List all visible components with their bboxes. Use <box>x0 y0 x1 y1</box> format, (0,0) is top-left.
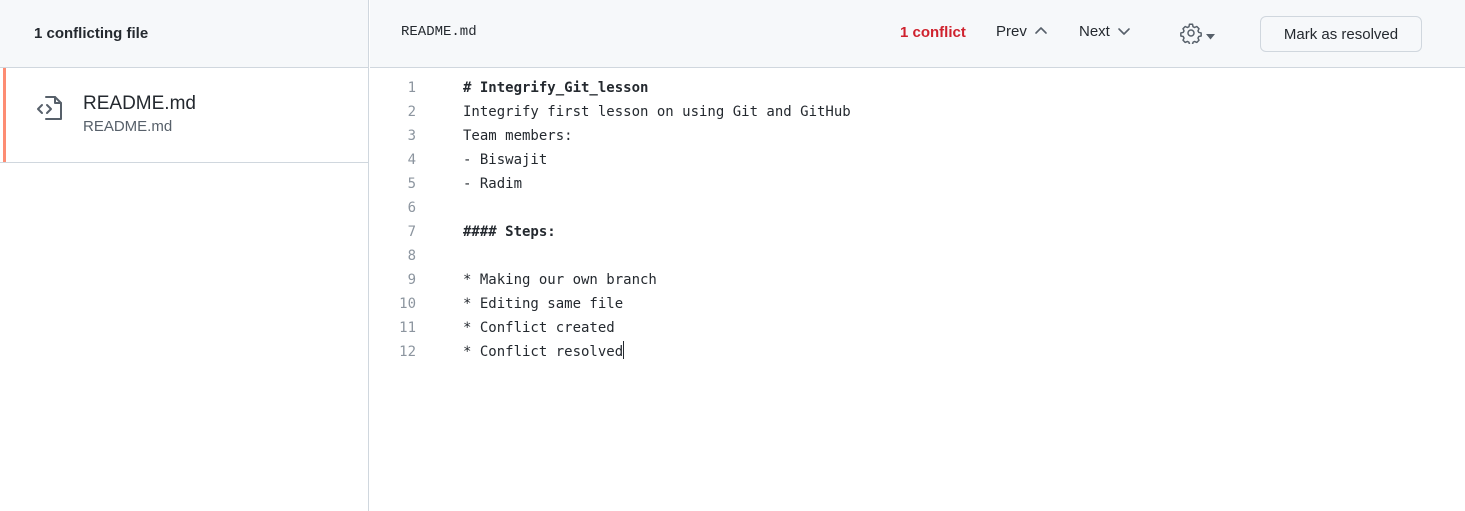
code-line[interactable]: 6 <box>370 196 1465 220</box>
line-text: - Radim <box>463 176 523 192</box>
prev-label: Prev <box>996 23 1027 40</box>
code-line[interactable]: 8 <box>370 244 1465 268</box>
prev-conflict-button[interactable]: Prev <box>996 23 1048 40</box>
line-number: 12 <box>399 344 416 360</box>
editor-panel: README.md 1 conflict Prev Next Mark as r… <box>370 0 1465 511</box>
gear-icon <box>1180 22 1202 49</box>
line-text: * Making our own branch <box>463 272 657 288</box>
line-number: 8 <box>407 248 416 264</box>
current-filename: README.md <box>401 24 477 40</box>
line-text: * Conflict created <box>463 320 615 336</box>
code-editor[interactable]: 1 # Integrify_Git_lesson 2 Integrify first … <box>370 76 1465 364</box>
sidebar-header: 1 conflicting file <box>0 0 368 68</box>
file-path: README.md <box>83 118 173 135</box>
line-number: 7 <box>407 224 416 240</box>
mark-as-resolved-button[interactable]: Mark as resolved <box>1260 16 1422 52</box>
editor-toolbar: README.md 1 conflict Prev Next Mark as r… <box>370 0 1465 68</box>
code-line[interactable]: 10 * Editing same file <box>370 292 1465 316</box>
chevron-down-icon <box>1117 23 1131 40</box>
code-line[interactable]: 12 * Conflict resolved <box>370 340 1465 364</box>
line-text: # Integrify_Git_lesson <box>463 80 649 96</box>
line-number: 1 <box>407 80 416 96</box>
code-line[interactable]: 5 - Radim <box>370 172 1465 196</box>
line-text: * Editing same file <box>463 296 624 312</box>
line-text: Team members: <box>463 128 573 144</box>
line-text: * Conflict resolved <box>463 340 625 364</box>
line-number: 3 <box>407 128 416 144</box>
code-line[interactable]: 11 * Conflict created <box>370 316 1465 340</box>
line-number: 6 <box>407 200 416 216</box>
code-line[interactable]: 2 Integrify first lesson on using Git and… <box>370 100 1465 124</box>
line-text: Integrify first lesson on using Git and … <box>463 104 851 120</box>
code-line[interactable]: 4 - Biswajit <box>370 148 1465 172</box>
line-number: 2 <box>407 104 416 120</box>
line-number: 11 <box>399 320 416 336</box>
caret-down-icon <box>1206 27 1215 45</box>
code-line[interactable]: 9 * Making our own branch <box>370 268 1465 292</box>
editor-settings-button[interactable] <box>1180 22 1215 49</box>
line-text: #### Steps: <box>463 224 556 240</box>
line-number: 10 <box>399 296 416 312</box>
file-name: README.md <box>83 93 196 114</box>
conflict-file-item[interactable]: README.md README.md <box>0 68 368 163</box>
code-line[interactable]: 3 Team members: <box>370 124 1465 148</box>
file-code-icon <box>33 92 83 128</box>
line-number: 9 <box>407 272 416 288</box>
line-number: 5 <box>407 176 416 192</box>
next-conflict-button[interactable]: Next <box>1079 23 1131 40</box>
conflict-sidebar: 1 conflicting file README.md README.md <box>0 0 369 511</box>
active-file-indicator <box>3 68 6 162</box>
text-cursor <box>623 341 625 359</box>
line-number: 4 <box>407 152 416 168</box>
conflict-count: 1 conflict <box>900 24 966 41</box>
code-line[interactable]: 1 # Integrify_Git_lesson <box>370 76 1465 100</box>
chevron-up-icon <box>1034 23 1048 40</box>
next-label: Next <box>1079 23 1110 40</box>
line-text: - Biswajit <box>463 152 548 168</box>
code-line[interactable]: 7 #### Steps: <box>370 220 1465 244</box>
